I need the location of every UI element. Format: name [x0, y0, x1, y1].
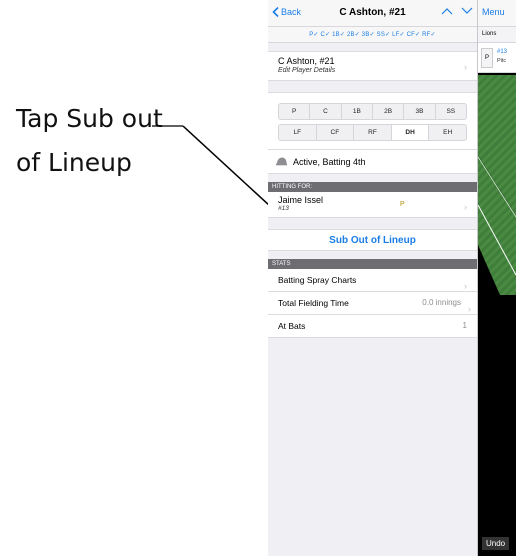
- player-card-subtitle: Pitc: [497, 58, 507, 64]
- sub-out-of-lineup-button[interactable]: Sub Out of Lineup: [268, 229, 477, 251]
- position-option-cf[interactable]: CF: [317, 125, 355, 140]
- position-summary: P✓ C✓ 1B✓ 2B✓ 3B✓ SS✓ LF✓ CF✓ RF✓: [268, 27, 477, 43]
- status-text: Active, Batting 4th: [293, 156, 366, 167]
- stat-label: At Bats: [278, 321, 306, 331]
- position-option-ss[interactable]: SS: [436, 104, 466, 119]
- navigation-bar: Back C Ashton, #21: [268, 0, 477, 27]
- menu-button[interactable]: Menu: [478, 0, 516, 27]
- stat-value: 1: [462, 321, 467, 330]
- hitting-for-position: P: [400, 201, 405, 208]
- position-option-3b[interactable]: 3B: [404, 104, 436, 119]
- player-card-position: P: [481, 48, 493, 68]
- position-option-eh[interactable]: EH: [429, 125, 466, 140]
- position-option-p[interactable]: P: [279, 104, 311, 119]
- player-card[interactable]: P #13 Pitc: [478, 43, 516, 73]
- lineup-field-panel: Menu Lions P #13 Pitc Undo: [478, 0, 516, 556]
- hitting-for-header: HITTING FOR:: [268, 182, 477, 192]
- chevron-up-icon[interactable]: [441, 6, 453, 16]
- disclosure-chevron-icon: ›: [464, 62, 467, 72]
- disclosure-chevron-icon: ›: [464, 202, 467, 212]
- hitting-for-name: Jaime Issel: [278, 195, 324, 205]
- stats-header: STATS: [268, 259, 477, 269]
- undo-button[interactable]: Undo: [482, 537, 510, 550]
- team-name: Lions: [478, 27, 516, 43]
- stat-value: 0.0 innings: [422, 298, 461, 307]
- hitting-for-row[interactable]: Jaime Issel #13 P ›: [268, 192, 477, 218]
- status-row[interactable]: Active, Batting 4th: [268, 150, 477, 174]
- hitting-for-number: #13: [278, 205, 289, 212]
- player-name: C Ashton, #21: [278, 56, 335, 66]
- annotation-line-1: Tap Sub out: [16, 104, 163, 133]
- edit-player-row[interactable]: C Ashton, #21 Edit Player Details ›: [268, 51, 477, 81]
- baseball-field-image: [478, 75, 516, 295]
- position-row-2: LF CF RF DH EH: [278, 124, 467, 141]
- chevron-down-icon[interactable]: [461, 6, 473, 16]
- stat-row-fielding-time[interactable]: Total Fielding Time 0.0 innings ›: [268, 292, 477, 315]
- position-row-1: P C 1B 2B 3B SS: [278, 103, 467, 120]
- position-selector: P C 1B 2B 3B SS LF CF RF DH EH: [268, 92, 477, 150]
- stat-label: Batting Spray Charts: [278, 275, 357, 285]
- stat-row-spray-charts[interactable]: Batting Spray Charts ›: [268, 269, 477, 292]
- position-option-lf[interactable]: LF: [279, 125, 317, 140]
- position-option-c[interactable]: C: [310, 104, 342, 119]
- position-option-dh[interactable]: DH: [391, 125, 430, 140]
- position-option-1b[interactable]: 1B: [342, 104, 373, 119]
- position-option-rf[interactable]: RF: [354, 125, 392, 140]
- player-card-number: #13: [497, 49, 508, 55]
- player-detail-panel: Back C Ashton, #21 P✓ C✓ 1B✓ 2B✓ 3B✓ SS✓…: [268, 0, 478, 556]
- batting-helmet-icon: [276, 157, 287, 166]
- edit-player-label: Edit Player Details: [278, 67, 336, 74]
- stat-label: Total Fielding Time: [278, 298, 349, 308]
- annotation-line-2: of Lineup: [16, 148, 132, 177]
- stat-row-at-bats: At Bats 1: [268, 315, 477, 338]
- position-option-2b[interactable]: 2B: [373, 104, 405, 119]
